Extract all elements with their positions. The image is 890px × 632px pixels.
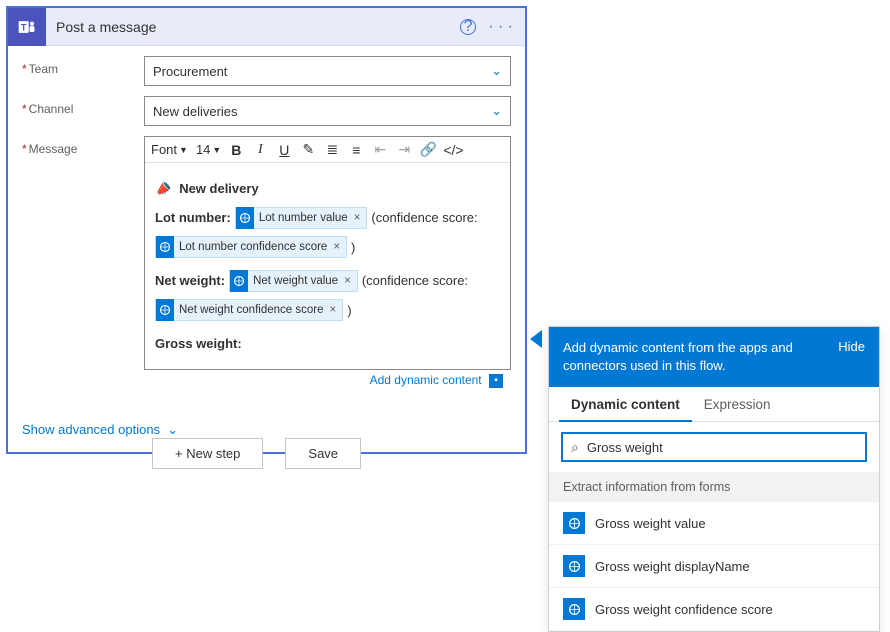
flow-buttons: + New step Save — [152, 438, 361, 469]
dc-item-gross-value[interactable]: Gross weight value — [549, 502, 879, 545]
token-icon — [156, 299, 174, 321]
chevron-down-icon: ⌄ — [491, 63, 502, 79]
confidence-open: (confidence score: — [371, 206, 477, 229]
svg-text:T: T — [21, 22, 27, 32]
team-select[interactable]: Procurement ⌄ — [144, 56, 511, 86]
token-net-value[interactable]: Net weight value × — [229, 270, 358, 292]
code-view-button[interactable]: </> — [443, 142, 461, 158]
help-icon[interactable]: ? — [460, 19, 476, 35]
popup-header-text: Add dynamic content from the apps and co… — [563, 339, 838, 375]
gross-weight-label: Gross weight: — [155, 332, 242, 355]
save-button[interactable]: Save — [285, 438, 361, 469]
search-input[interactable] — [587, 440, 857, 455]
outdent-button[interactable]: ⇤ — [371, 141, 389, 158]
card-header: T Post a message ? · · · — [8, 8, 525, 46]
editor-content[interactable]: 📣New delivery Lot number: Lot number val… — [145, 163, 510, 369]
dynamic-content-popup: Add dynamic content from the apps and co… — [548, 326, 880, 632]
confidence-open: (confidence score: — [362, 269, 468, 292]
popup-tabs: Dynamic content Expression — [549, 387, 879, 422]
add-dynamic-content-badge: ▪ — [489, 374, 503, 388]
token-remove[interactable]: × — [327, 237, 346, 258]
token-icon — [236, 207, 254, 229]
dc-item-gross-confidence[interactable]: Gross weight confidence score — [549, 588, 879, 631]
dc-item-label: Gross weight displayName — [595, 559, 750, 574]
confidence-close: ) — [347, 299, 351, 322]
search-box[interactable]: ⌕ — [561, 432, 867, 462]
more-icon[interactable]: · · · — [488, 18, 513, 36]
dc-item-gross-displayname[interactable]: Gross weight displayName — [549, 545, 879, 588]
team-label: *Team — [22, 56, 144, 86]
team-value: Procurement — [153, 64, 227, 79]
dc-group-header: Extract information from forms — [549, 472, 879, 502]
popup-header: Add dynamic content from the apps and co… — [549, 327, 879, 387]
dc-item-label: Gross weight value — [595, 516, 706, 531]
card-title: Post a message — [46, 19, 460, 35]
message-label: *Message — [22, 136, 144, 394]
indent-button[interactable]: ⇥ — [395, 141, 413, 158]
tab-dynamic-content[interactable]: Dynamic content — [559, 387, 692, 422]
lot-number-label: Lot number: — [155, 206, 231, 229]
bullet-list-button[interactable]: ≣ — [323, 141, 341, 158]
tab-expression[interactable]: Expression — [692, 387, 783, 421]
confidence-close: ) — [351, 236, 355, 259]
token-remove[interactable]: × — [338, 271, 357, 292]
field-message: *Message Font▼ 14▼ B I U ✎ ≣ ≡ ⇤ ⇥ 🔗 — [22, 136, 511, 394]
editor-heading: New delivery — [179, 177, 259, 200]
megaphone-icon: 📣 — [151, 175, 174, 203]
search-wrap: ⌕ — [549, 422, 879, 472]
chevron-down-icon: ⌄ — [491, 103, 502, 119]
highlight-button[interactable]: ✎ — [299, 141, 317, 158]
editor-toolbar: Font▼ 14▼ B I U ✎ ≣ ≡ ⇤ ⇥ 🔗 </> — [145, 137, 510, 163]
add-dynamic-content-link[interactable]: Add dynamic content — [370, 373, 482, 387]
card-body: *Team Procurement ⌄ *Channel New deliver… — [8, 46, 525, 412]
channel-value: New deliveries — [153, 104, 238, 119]
hide-link[interactable]: Hide — [838, 339, 865, 375]
underline-button[interactable]: U — [275, 142, 293, 158]
italic-button[interactable]: I — [251, 142, 269, 158]
token-remove[interactable]: × — [348, 208, 367, 229]
size-picker[interactable]: 14▼ — [196, 142, 221, 157]
popup-connector — [530, 330, 542, 348]
search-icon: ⌕ — [571, 439, 579, 456]
dc-item-icon — [563, 555, 585, 577]
token-lot-value[interactable]: Lot number value × — [235, 207, 368, 229]
rich-text-editor: Font▼ 14▼ B I U ✎ ≣ ≡ ⇤ ⇥ 🔗 </> � — [144, 136, 511, 370]
channel-label: *Channel — [22, 96, 144, 126]
channel-select[interactable]: New deliveries ⌄ — [144, 96, 511, 126]
token-net-confidence[interactable]: Net weight confidence score × — [155, 299, 343, 321]
font-picker[interactable]: Font▼ — [151, 142, 190, 157]
action-card: T Post a message ? · · · *Team Procureme… — [6, 6, 527, 454]
token-icon — [156, 236, 174, 258]
token-remove[interactable]: × — [323, 300, 342, 321]
field-channel: *Channel New deliveries ⌄ — [22, 96, 511, 126]
token-lot-confidence[interactable]: Lot number confidence score × — [155, 236, 347, 258]
teams-icon: T — [8, 8, 46, 46]
bold-button[interactable]: B — [227, 142, 245, 158]
dc-item-icon — [563, 598, 585, 620]
number-list-button[interactable]: ≡ — [347, 142, 365, 158]
net-weight-label: Net weight: — [155, 269, 225, 292]
card-header-actions: ? · · · — [460, 18, 525, 36]
add-dynamic-content-row: Add dynamic content ▪ — [144, 370, 511, 394]
field-team: *Team Procurement ⌄ — [22, 56, 511, 86]
show-advanced-link[interactable]: Show advanced options ⌄ — [22, 422, 178, 437]
dc-item-label: Gross weight confidence score — [595, 602, 773, 617]
link-button[interactable]: 🔗 — [419, 141, 437, 158]
token-icon — [230, 270, 248, 292]
new-step-button[interactable]: + New step — [152, 438, 263, 469]
dc-item-icon — [563, 512, 585, 534]
